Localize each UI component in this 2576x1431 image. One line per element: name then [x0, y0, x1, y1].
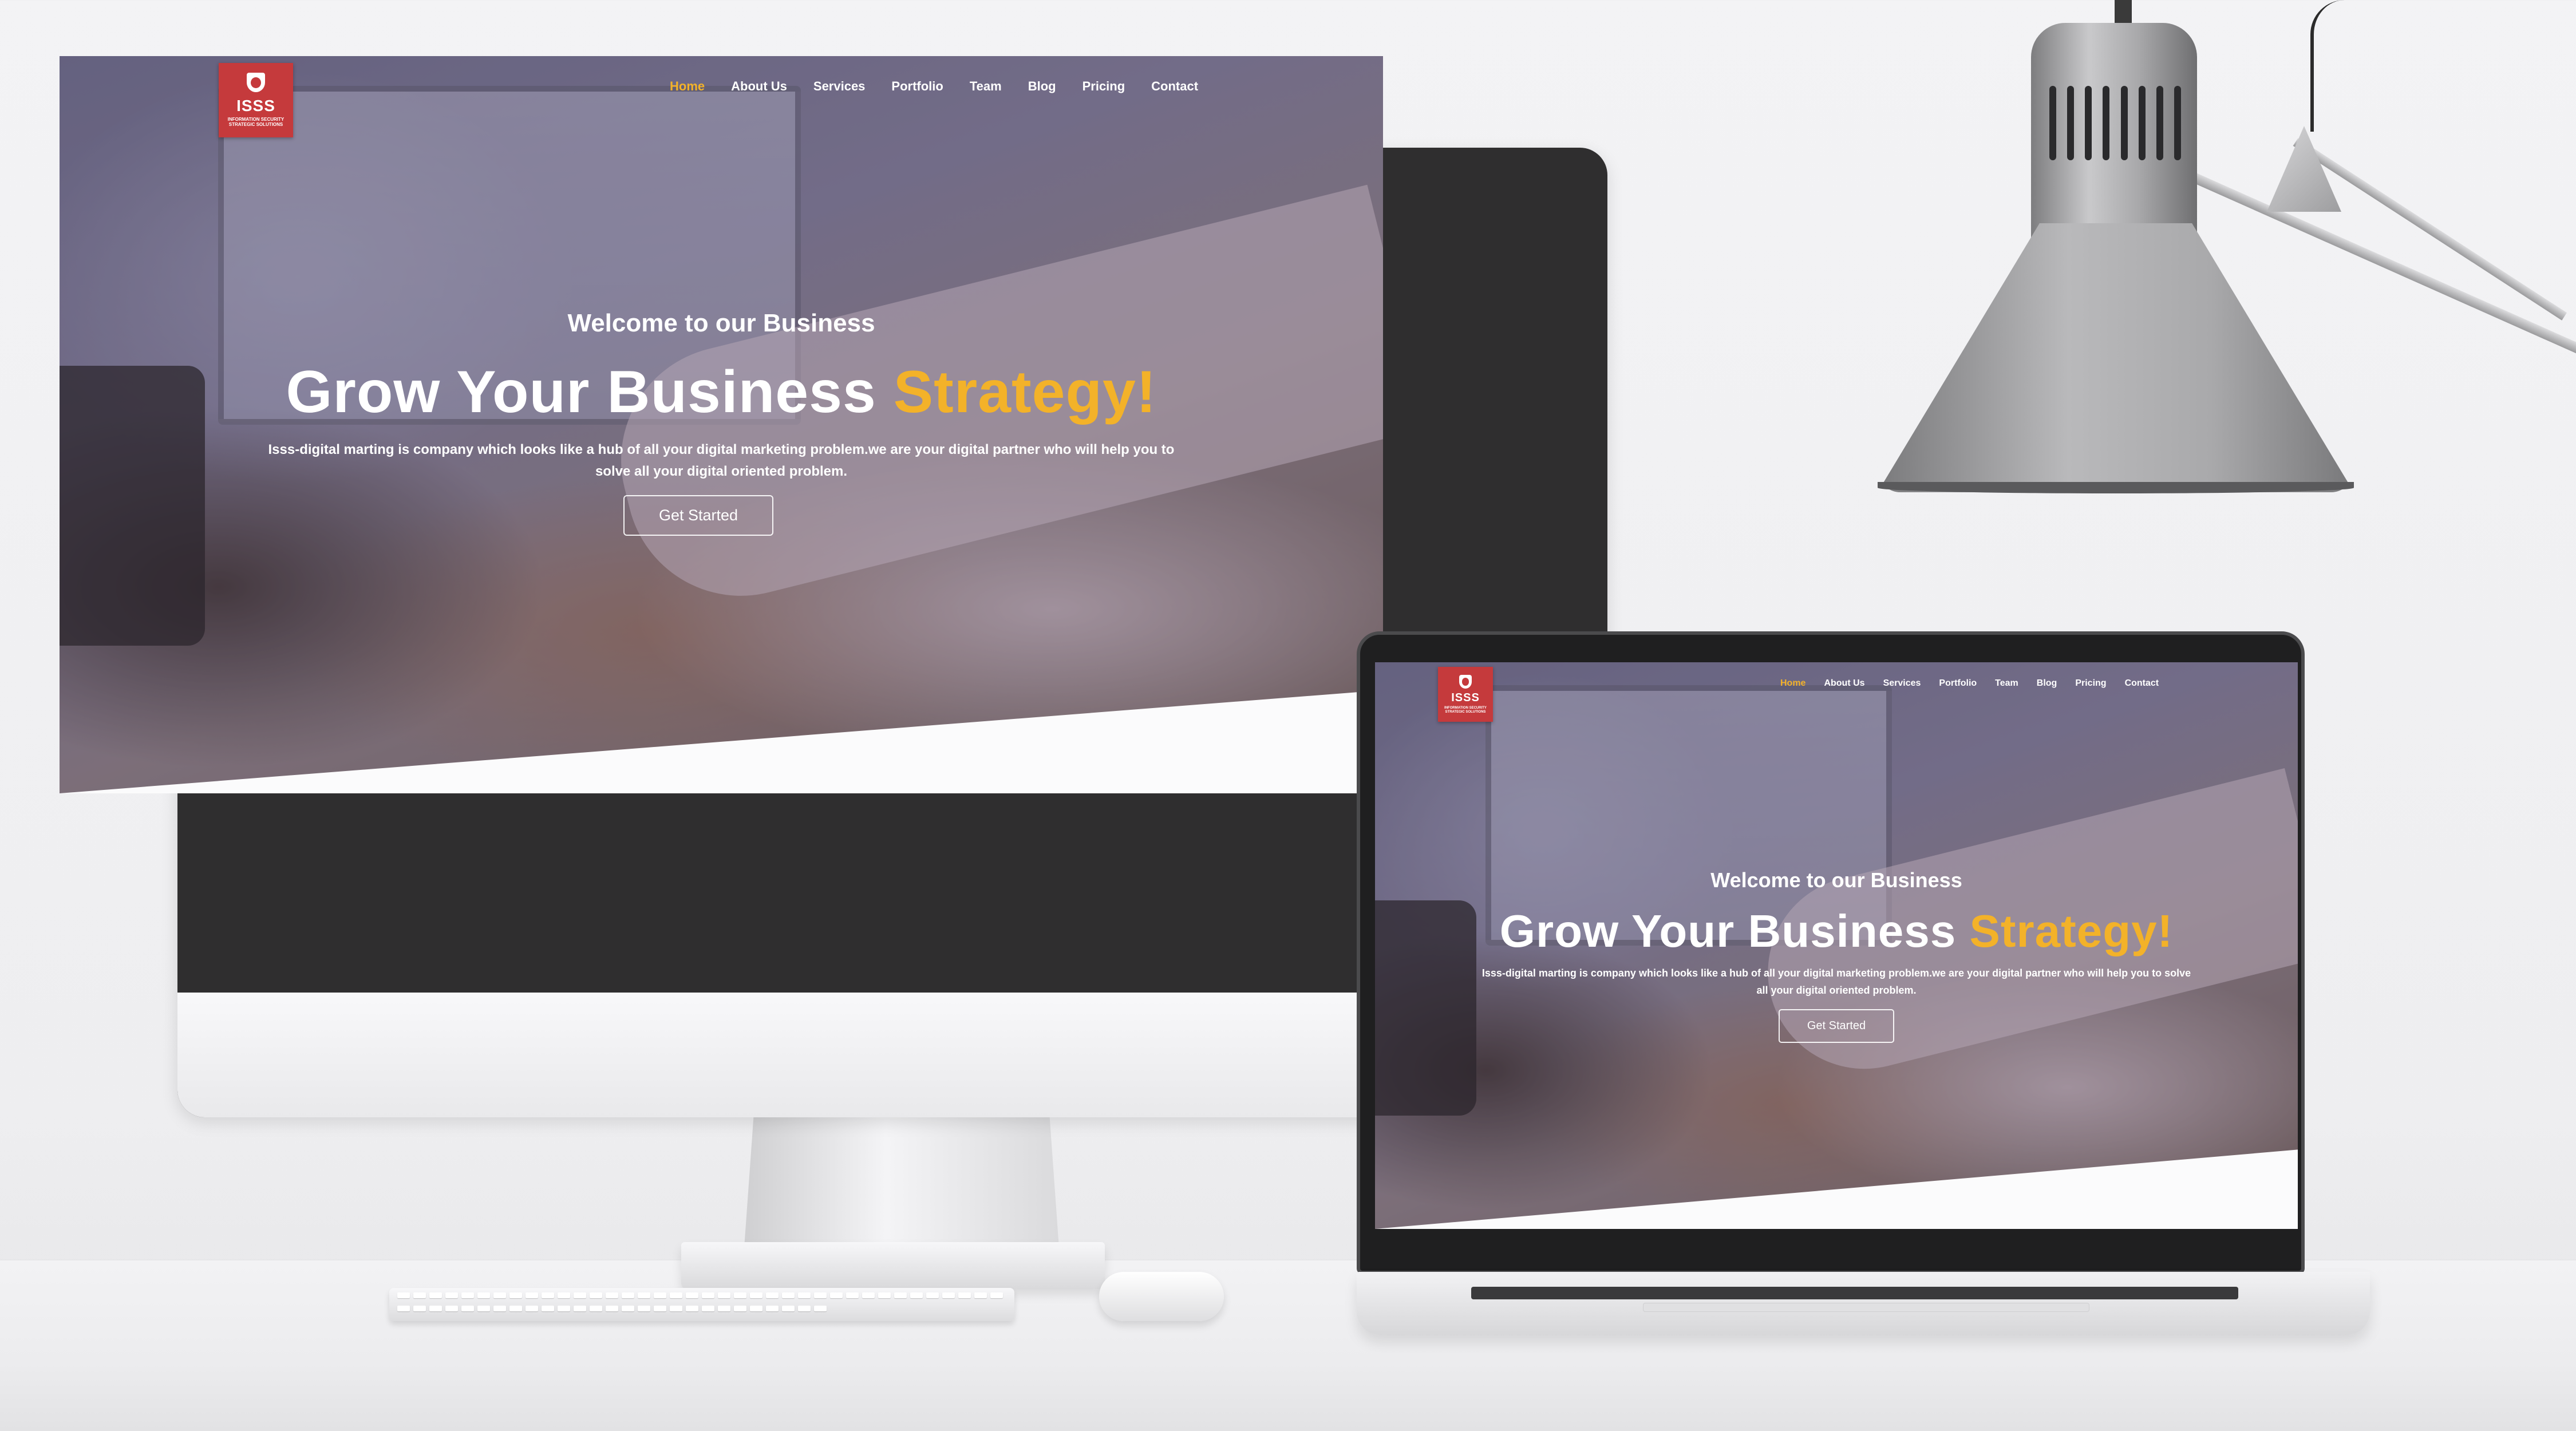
- imac-stand-base: [681, 1242, 1105, 1289]
- nav-pricing[interactable]: Pricing: [1082, 79, 1125, 94]
- lamp-wire: [2310, 0, 2362, 132]
- shield-icon: [247, 73, 265, 93]
- website-hero: ISSS INFORMATION SECURITY STRATEGIC SOLU…: [1375, 662, 2298, 1229]
- nav-blog[interactable]: Blog: [1028, 79, 1056, 94]
- nav-home[interactable]: Home: [670, 79, 705, 94]
- hero-description: Isss-digital marting is company which lo…: [1481, 967, 2191, 996]
- logo-name: ISSS: [236, 97, 275, 115]
- laptop-keyboard: [1471, 1287, 2238, 1299]
- hero-content: Welcome to our Business Grow Your Busine…: [60, 309, 1383, 536]
- lamp-vents: [2044, 86, 2187, 160]
- imac-stand: [744, 1116, 1059, 1248]
- nav-blog[interactable]: Blog: [2037, 678, 2057, 689]
- logo-tagline: INFORMATION SECURITY STRATEGIC SOLUTIONS: [227, 117, 285, 127]
- nav-contact[interactable]: Contact: [2125, 678, 2159, 689]
- hero-welcome: Welcome to our Business: [1710, 868, 1962, 892]
- lamp-cable: [2115, 0, 2132, 23]
- hero-headline: Grow Your Business Strategy!: [1375, 905, 2298, 958]
- hero-headline-highlight: Strategy!: [893, 359, 1157, 425]
- nav-about-us[interactable]: About Us: [1824, 678, 1864, 689]
- nav-team[interactable]: Team: [970, 79, 1002, 94]
- nav-pricing[interactable]: Pricing: [2075, 678, 2106, 689]
- imac-screen: ISSS INFORMATION SECURITY STRATEGIC SOLU…: [60, 56, 1383, 793]
- website-hero: ISSS INFORMATION SECURITY STRATEGIC SOLU…: [60, 56, 1383, 793]
- site-logo[interactable]: ISSS INFORMATION SECURITY STRATEGIC SOLU…: [1438, 667, 1493, 722]
- lamp-shade: [1878, 223, 2354, 492]
- hero-headline: Grow Your Business Strategy!: [60, 358, 1383, 426]
- hero-welcome: Welcome to our Business: [567, 309, 875, 337]
- site-logo[interactable]: ISSS INFORMATION SECURITY STRATEGIC SOLU…: [219, 63, 293, 137]
- lamp-rim: [1878, 482, 2354, 493]
- hero-description: Isss-digital marting is company which lo…: [268, 442, 1175, 479]
- hero-headline-highlight: Strategy!: [1969, 906, 2174, 956]
- main-nav: Home About Us Services Portfolio Team Bl…: [1780, 678, 2159, 689]
- hero-headline-main: Grow Your Business: [1499, 906, 1957, 956]
- mouse: [1099, 1272, 1224, 1321]
- get-started-button[interactable]: Get Started: [1778, 1009, 1895, 1043]
- main-nav: Home About Us Services Portfolio Team Bl…: [670, 79, 1198, 94]
- nav-services[interactable]: Services: [1883, 678, 1921, 689]
- nav-portfolio[interactable]: Portfolio: [891, 79, 943, 94]
- nav-about-us[interactable]: About Us: [731, 79, 787, 94]
- get-started-button[interactable]: Get Started: [623, 495, 774, 536]
- logo-name: ISSS: [1451, 691, 1480, 704]
- nav-portfolio[interactable]: Portfolio: [1939, 678, 1977, 689]
- nav-contact[interactable]: Contact: [1151, 79, 1198, 94]
- laptop-hinge: [1643, 1303, 2089, 1312]
- shield-icon: [1459, 674, 1472, 689]
- hero-content: Welcome to our Business Grow Your Busine…: [1375, 868, 2298, 1043]
- laptop-screen: ISSS INFORMATION SECURITY STRATEGIC SOLU…: [1375, 662, 2298, 1229]
- nav-home[interactable]: Home: [1780, 678, 1805, 689]
- lamp-arm-upper: [2293, 138, 2567, 321]
- nav-services[interactable]: Services: [813, 79, 866, 94]
- keyboard: [389, 1288, 1014, 1321]
- hero-headline-main: Grow Your Business: [286, 359, 876, 425]
- nav-team[interactable]: Team: [1995, 678, 2018, 689]
- logo-tagline: INFORMATION SECURITY STRATEGIC SOLUTIONS: [1444, 706, 1487, 714]
